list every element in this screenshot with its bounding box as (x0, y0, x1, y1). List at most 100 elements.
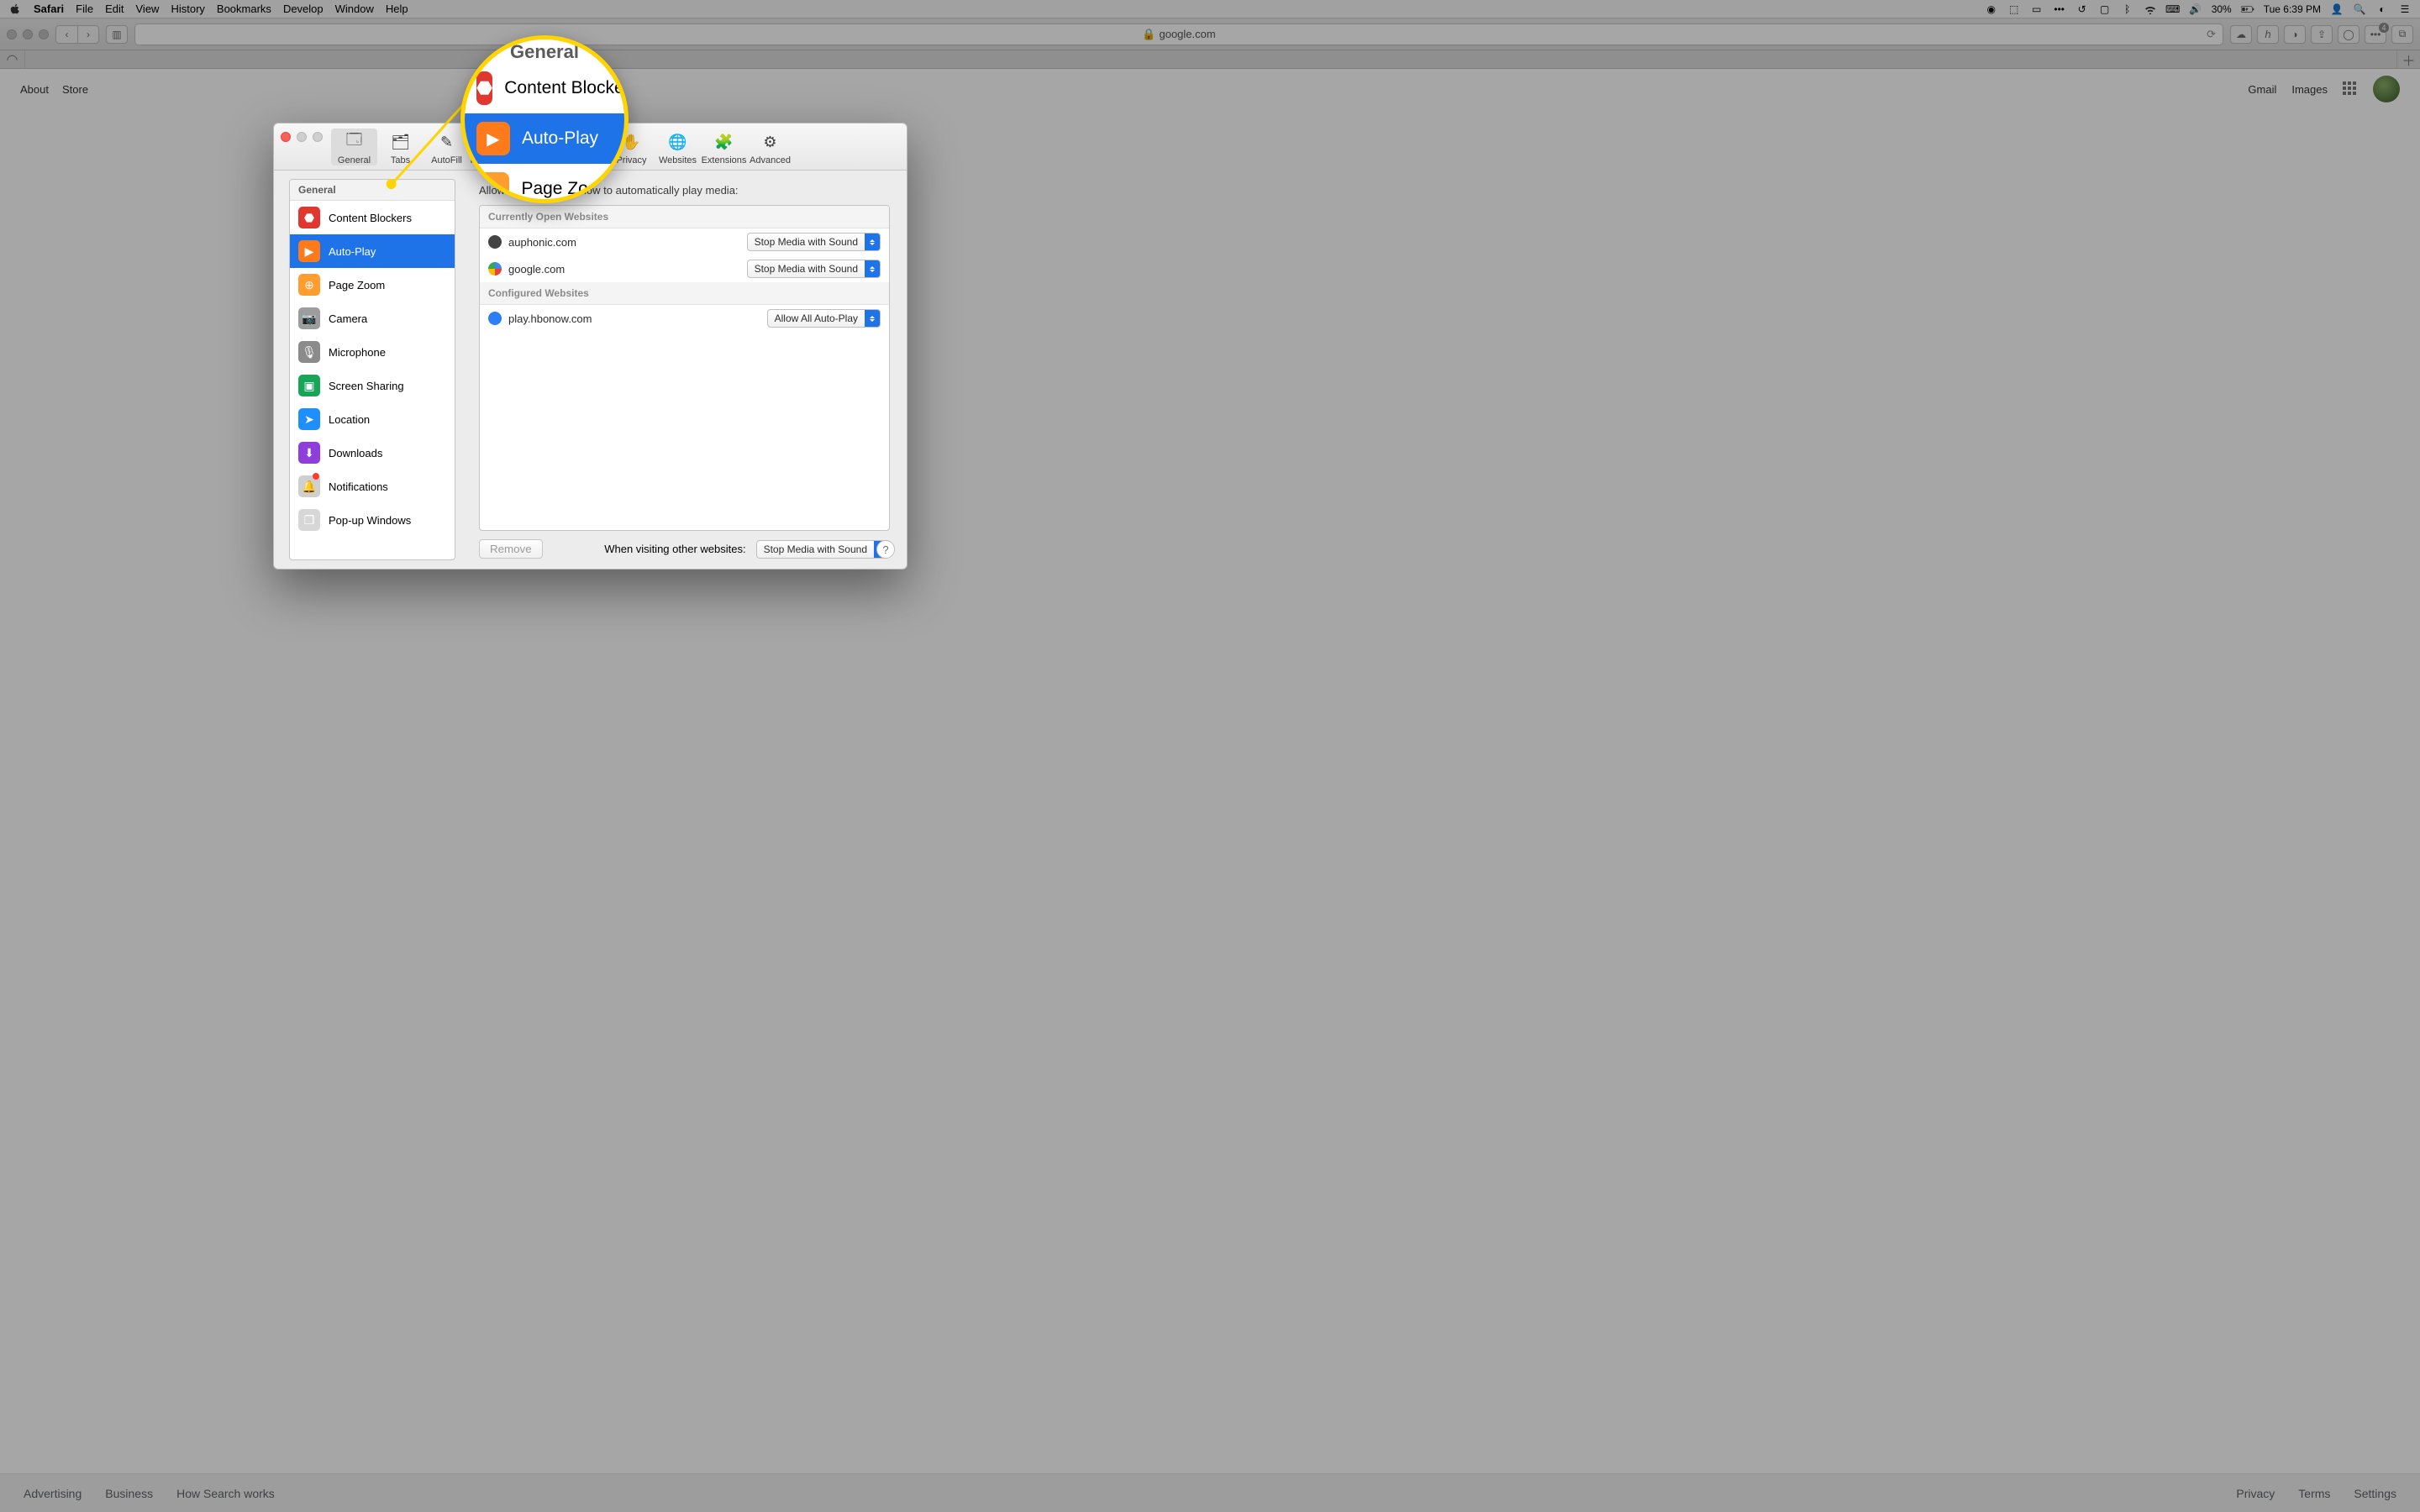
menu-file[interactable]: File (76, 3, 93, 15)
footer-advertising[interactable]: Advertising (24, 1487, 82, 1500)
statusbar-battery-percent[interactable]: 30% (2212, 3, 2232, 15)
sidebar-item-microphone[interactable]: 🎙 Microphone (290, 335, 455, 369)
google-apps-icon[interactable] (2343, 81, 2358, 97)
share-button[interactable]: ⇪ (2311, 25, 2333, 44)
google-topbar: About Store Gmail Images (0, 69, 2420, 109)
prefs-tab-websites[interactable]: 🌐Websites (655, 129, 701, 165)
statusbar-volume-icon[interactable]: 🔊 (2189, 3, 2202, 16)
statusbar-siri-icon[interactable]: ◐ (2375, 3, 2389, 16)
show-all-tabs-button[interactable]: ⧉ (2391, 25, 2413, 44)
sidebar-item-screen-sharing[interactable]: ▣ Screen Sharing (290, 369, 455, 402)
microphone-icon: 🎙 (298, 341, 320, 363)
statusbar-wifi-icon[interactable] (2144, 3, 2157, 16)
nav-forward-button[interactable]: › (77, 25, 99, 44)
statusbar-airplay-icon[interactable]: ▢ (2098, 3, 2112, 16)
macos-menubar: Safari File Edit View History Bookmarks … (0, 0, 2420, 18)
section-open-websites: Currently Open Websites (480, 206, 889, 228)
statusbar-keyboard-icon[interactable]: ⌨ (2166, 3, 2180, 16)
sidebar-item-popup-windows[interactable]: ❐ Pop-up Windows (290, 503, 455, 537)
website-row[interactable]: play.hbonow.com Allow All Auto-Play (480, 305, 889, 332)
notification-badge-icon (313, 473, 319, 480)
google-account-avatar[interactable] (2373, 76, 2400, 102)
statusbar-clock[interactable]: Tue 6:39 PM (2264, 3, 2321, 15)
statusbar-user-icon[interactable]: 👤 (2330, 3, 2344, 16)
sidebar-item-auto-play[interactable]: ▶ Auto-Play (290, 234, 455, 268)
prefs-main-panel: Allow the websites below to automaticall… (455, 171, 907, 569)
menu-bookmarks[interactable]: Bookmarks (217, 3, 271, 15)
website-row[interactable]: auphonic.com Stop Media with Sound (480, 228, 889, 255)
extension-shield-button[interactable]: ◑ (2284, 25, 2306, 44)
prefs-minimize-button[interactable] (297, 132, 307, 142)
statusbar-battery-icon[interactable] (2241, 3, 2254, 16)
traffic-minimize[interactable] (23, 29, 33, 39)
magnifier-item-auto-play: ▶ Auto-Play (465, 113, 624, 164)
icloud-tabs-button[interactable]: ☁ (2230, 25, 2252, 44)
prefs-tab-general[interactable]: 🗔General (331, 129, 377, 165)
menu-help[interactable]: Help (386, 3, 408, 15)
nav-back-button[interactable]: ‹ (55, 25, 77, 44)
menu-view[interactable]: View (136, 3, 160, 15)
google-gmail-link[interactable]: Gmail (2248, 83, 2276, 96)
sidebar-section-header: General (290, 180, 455, 201)
default-policy-select[interactable]: Stop Media with Sound (756, 540, 890, 559)
stop-icon: ⬣ (476, 71, 492, 105)
prefs-zoom-button[interactable] (313, 132, 323, 142)
statusbar-record-icon[interactable]: ◉ (1985, 3, 1998, 16)
pinned-tab-icon[interactable]: ◠ (0, 50, 25, 68)
menu-develop[interactable]: Develop (283, 3, 324, 15)
menu-history[interactable]: History (171, 3, 204, 15)
prefs-close-button[interactable] (281, 132, 291, 142)
sidebar-item-camera[interactable]: 📷 Camera (290, 302, 455, 335)
google-store-link[interactable]: Store (62, 83, 88, 96)
statusbar-notification-center-icon[interactable]: ☰ (2398, 3, 2412, 16)
footer-business[interactable]: Business (105, 1487, 153, 1500)
autoplay-policy-select[interactable]: Allow All Auto-Play (767, 309, 881, 328)
remove-button[interactable]: Remove (479, 539, 543, 559)
menubar-app-name[interactable]: Safari (34, 3, 64, 15)
new-tab-button[interactable]: ＋ (2396, 50, 2420, 68)
traffic-zoom[interactable] (39, 29, 49, 39)
popup-icon: ❐ (298, 509, 320, 531)
statusbar-spotlight-icon[interactable]: 🔍 (2353, 3, 2366, 16)
google-images-link[interactable]: Images (2291, 83, 2328, 96)
downloads-or-ext-button[interactable]: ••• (2365, 25, 2386, 44)
prefs-tab-advanced[interactable]: ⚙Advanced (747, 129, 793, 165)
website-row[interactable]: google.com Stop Media with Sound (480, 255, 889, 282)
magnifier-item-content-blockers: ⬣ Content Blockers (465, 63, 624, 113)
autoplay-policy-select[interactable]: Stop Media with Sound (747, 233, 881, 251)
extension-circle-button[interactable]: ◯ (2338, 25, 2360, 44)
footer-terms[interactable]: Terms (2298, 1487, 2330, 1500)
sidebar-item-location[interactable]: ➤ Location (290, 402, 455, 436)
sidebar-item-page-zoom[interactable]: ⊕ Page Zoom (290, 268, 455, 302)
address-bar[interactable]: 🔒 google.com ⟳ (134, 24, 2223, 45)
menu-edit[interactable]: Edit (105, 3, 124, 15)
prefs-tab-tabs[interactable]: 🗂Tabs (377, 129, 424, 165)
statusbar-display-icon[interactable]: ▭ (2030, 3, 2044, 16)
traffic-close[interactable] (7, 29, 17, 39)
extension-honey-button[interactable]: ℎ (2257, 25, 2279, 44)
apple-logo-icon[interactable] (8, 3, 22, 16)
statusbar-bluetooth-icon[interactable]: ᛒ (2121, 3, 2134, 16)
statusbar-dropbox-icon[interactable]: ⬚ (2007, 3, 2021, 16)
address-bar-text: google.com (1159, 28, 1215, 40)
location-icon: ➤ (298, 408, 320, 430)
statusbar-timemachine-icon[interactable]: ↺ (2075, 3, 2089, 16)
statusbar-more-icon[interactable]: ••• (2053, 3, 2066, 16)
reload-icon[interactable]: ⟳ (2207, 28, 2216, 41)
default-policy-label: When visiting other websites: (604, 543, 745, 555)
sidebar-item-notifications[interactable]: 🔔 Notifications (290, 470, 455, 503)
help-button[interactable]: ? (876, 540, 895, 559)
sidebar-toggle-button[interactable]: ▥ (106, 25, 128, 44)
zoom-icon: ⊕ (298, 274, 320, 296)
footer-howsearch[interactable]: How Search works (176, 1487, 275, 1500)
download-icon: ⬇ (298, 442, 320, 464)
sidebar-item-downloads[interactable]: ⬇ Downloads (290, 436, 455, 470)
prefs-tab-extensions[interactable]: 🧩Extensions (701, 129, 747, 165)
autoplay-policy-select[interactable]: Stop Media with Sound (747, 260, 881, 278)
menu-window[interactable]: Window (335, 3, 374, 15)
sidebar-item-content-blockers[interactable]: ⬣ Content Blockers (290, 201, 455, 234)
footer-privacy[interactable]: Privacy (2236, 1487, 2275, 1500)
section-configured-websites: Configured Websites (480, 282, 889, 305)
footer-settings[interactable]: Settings (2354, 1487, 2396, 1500)
google-about-link[interactable]: About (20, 83, 49, 96)
